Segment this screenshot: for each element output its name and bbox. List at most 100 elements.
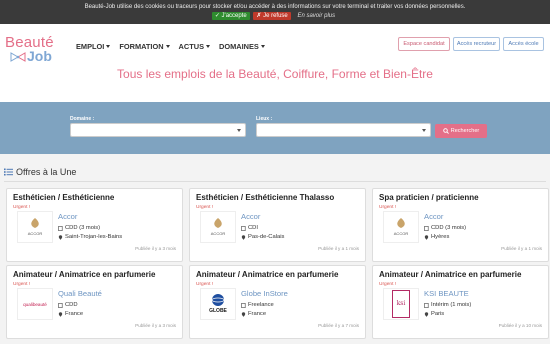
urgent-badge: Urgent ! bbox=[13, 205, 31, 210]
company-name[interactable]: KSI BEAUTE bbox=[424, 289, 469, 298]
ksi-beaute-logo: ksi bbox=[392, 290, 410, 318]
accor-logo-text: ACCOR bbox=[394, 231, 409, 236]
espace-candidat-button[interactable]: Espace candidat bbox=[398, 37, 450, 51]
company-logo[interactable]: ACCOR bbox=[383, 211, 419, 243]
domaine-label: Domaine : bbox=[70, 116, 95, 122]
job-card[interactable]: Animateur / Animatrice en parfumerie Urge… bbox=[189, 265, 366, 339]
job-title[interactable]: Animateur / Animatrice en parfumerie bbox=[196, 270, 338, 279]
quali-logo-text: qualibeauté bbox=[23, 302, 47, 307]
hero-title: Tous les emplois de la Beauté, Coiffure,… bbox=[117, 67, 433, 81]
job-location: Saint-Trojan-les-Bains bbox=[58, 234, 122, 240]
ksi-logo-text: ksi bbox=[397, 300, 406, 307]
contract-type: Intérim (1 mois) bbox=[424, 302, 471, 308]
accor-logo-text: ACCOR bbox=[28, 231, 43, 236]
company-name[interactable]: Accor bbox=[424, 212, 443, 221]
published-date: Publiée il y a 7 mois bbox=[318, 323, 359, 328]
company-logo[interactable]: ACCOR bbox=[17, 211, 53, 243]
cookie-message: Beauté-Job utilise des cookies ou traceu… bbox=[84, 4, 466, 10]
site-header: Beauté Job EMPLOI FORMATION ACTUS DOMAIN… bbox=[0, 24, 550, 70]
site-logo[interactable]: Beauté Job bbox=[5, 34, 61, 64]
document-icon bbox=[424, 302, 429, 308]
search-button-label: Rechercher bbox=[450, 128, 480, 134]
cookie-accept-button[interactable]: ✓ J'accepte bbox=[211, 12, 250, 20]
nav-item-emploi[interactable]: EMPLOI bbox=[76, 42, 111, 51]
job-card[interactable]: Esthéticien / Esthéticienne Thalasso Urge… bbox=[189, 188, 366, 262]
nav-item-domaines[interactable]: DOMAINES bbox=[219, 42, 265, 51]
job-title[interactable]: Esthéticien / Esthéticienne Thalasso bbox=[196, 193, 334, 202]
company-name[interactable]: Accor bbox=[241, 212, 260, 221]
job-location: France bbox=[241, 311, 266, 317]
chevron-down-icon bbox=[260, 45, 265, 48]
accor-logo: ACCOR bbox=[394, 218, 409, 236]
globe-logo-text: GLOBE bbox=[209, 308, 227, 314]
urgent-badge: Urgent ! bbox=[379, 205, 397, 210]
job-title[interactable]: Esthéticien / Esthéticienne bbox=[13, 193, 114, 202]
document-icon bbox=[241, 302, 246, 308]
nav-item-actus[interactable]: ACTUS bbox=[179, 42, 211, 51]
job-title[interactable]: Animateur / Animatrice en parfumerie bbox=[13, 270, 155, 279]
document-icon bbox=[58, 225, 63, 231]
cookie-refuse-button[interactable]: ✗ Je refuse bbox=[253, 12, 291, 20]
contract-type: Freelance bbox=[241, 302, 274, 308]
company-logo[interactable]: GLOBE bbox=[200, 288, 236, 320]
nav-item-formation[interactable]: FORMATION bbox=[119, 42, 170, 51]
logo-word-job: Job bbox=[27, 48, 52, 64]
urgent-badge: Urgent ! bbox=[196, 205, 214, 210]
job-title[interactable]: Spa praticien / praticienne bbox=[379, 193, 479, 202]
map-marker-icon bbox=[241, 234, 246, 240]
job-location: Paris bbox=[424, 311, 444, 317]
domaine-select[interactable] bbox=[70, 123, 246, 137]
hero: Tous les emplois de la Beauté, Coiffure,… bbox=[0, 67, 550, 102]
document-icon bbox=[58, 302, 63, 308]
map-marker-icon bbox=[424, 234, 429, 240]
contract-type: CDD bbox=[58, 302, 78, 308]
job-card[interactable]: Spa praticien / praticienne Urgent ! ACCOR… bbox=[372, 188, 549, 262]
published-date: Publiée il y a 3 mois bbox=[135, 323, 176, 328]
chevron-down-icon bbox=[237, 129, 241, 132]
urgent-badge: Urgent ! bbox=[379, 282, 397, 287]
map-marker-icon bbox=[58, 311, 63, 317]
section-header: Offres à la Une bbox=[4, 167, 76, 177]
company-name[interactable]: Accor bbox=[58, 212, 77, 221]
company-logo[interactable]: qualibeauté bbox=[17, 288, 53, 320]
company-name[interactable]: Quali Beauté bbox=[58, 289, 102, 298]
job-location: Hyères bbox=[424, 234, 449, 240]
acces-ecole-button[interactable]: Accès école bbox=[503, 37, 544, 51]
bow-icon bbox=[10, 52, 26, 62]
accor-logo: ACCOR bbox=[211, 218, 225, 236]
map-marker-icon bbox=[58, 234, 63, 240]
job-location: Pas-de-Calais bbox=[241, 234, 284, 240]
document-icon bbox=[424, 225, 429, 231]
job-card[interactable]: Animateur / Animatrice en parfumerie Urge… bbox=[6, 265, 183, 339]
urgent-badge: Urgent ! bbox=[196, 282, 214, 287]
company-name[interactable]: Globe InStore bbox=[241, 289, 288, 298]
search-icon bbox=[443, 128, 449, 134]
map-marker-icon bbox=[241, 311, 246, 317]
accor-logo: ACCOR bbox=[28, 218, 43, 236]
published-date: Publiée il y a 1 mois bbox=[501, 246, 542, 251]
section-divider bbox=[4, 181, 546, 182]
company-logo[interactable]: ACCOR bbox=[200, 211, 236, 243]
job-card[interactable]: Esthéticien / Esthéticienne Urgent ! ACCOR… bbox=[6, 188, 183, 262]
chevron-down-icon bbox=[206, 45, 211, 48]
job-location: France bbox=[58, 311, 83, 317]
published-date: Publiée il y a 3 mois bbox=[135, 246, 176, 251]
contract-type: CDD (3 mois) bbox=[58, 225, 100, 231]
urgent-badge: Urgent ! bbox=[13, 282, 31, 287]
cookie-more-link[interactable]: En savoir plus bbox=[294, 12, 338, 20]
main-nav: EMPLOI FORMATION ACTUS DOMAINES bbox=[76, 42, 265, 51]
job-title[interactable]: Animateur / Animatrice en parfumerie bbox=[379, 270, 521, 279]
acces-recruteur-button[interactable]: Accès recruteur bbox=[453, 37, 500, 51]
published-date: Publiée il y a 10 mois bbox=[498, 323, 542, 328]
lieux-select[interactable] bbox=[256, 123, 431, 137]
company-logo[interactable]: ksi bbox=[383, 288, 419, 320]
contract-type: CDD (3 mois) bbox=[424, 225, 466, 231]
section-title: Offres à la Une bbox=[16, 167, 77, 177]
search-button[interactable]: Rechercher bbox=[435, 124, 487, 138]
quali-beaute-logo: qualibeauté bbox=[23, 302, 47, 307]
job-card[interactable]: Animateur / Animatrice en parfumerie Urge… bbox=[372, 265, 549, 339]
globe-instore-logo: GLOBE bbox=[209, 294, 228, 314]
published-date: Publiée il y a 1 mois bbox=[318, 246, 359, 251]
map-marker-icon bbox=[424, 311, 429, 317]
chevron-down-icon bbox=[106, 45, 111, 48]
